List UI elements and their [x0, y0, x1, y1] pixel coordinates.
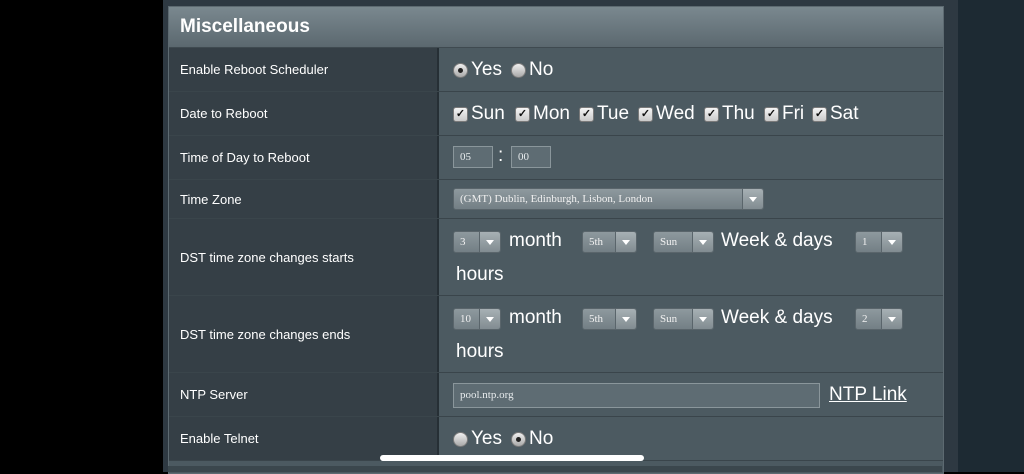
- chevron-down-icon: [479, 309, 500, 329]
- reboot-scheduler-yes-radio[interactable]: [453, 63, 468, 78]
- row-time-zone: Time Zone (GMT) Dublin, Edinburgh, Lisbo…: [169, 180, 943, 219]
- time-zone-selected: (GMT) Dublin, Edinburgh, Lisbon, London: [460, 193, 653, 205]
- section-header: Miscellaneous: [169, 7, 943, 48]
- telnet-no-radio[interactable]: [511, 432, 526, 447]
- telnet-label: Enable Telnet: [169, 417, 439, 460]
- chevron-down-icon: [615, 309, 636, 329]
- date-to-reboot-label: Date to Reboot: [169, 92, 439, 135]
- time-zone-value: (GMT) Dublin, Edinburgh, Lisbon, London: [441, 180, 943, 218]
- dst-end-month-select[interactable]: 10: [453, 308, 501, 330]
- dst-end-value: 10 month 5th Sun Week & days 2 hours: [441, 296, 943, 372]
- telnet-value: Yes No: [441, 417, 943, 460]
- dst-end-hour-select[interactable]: 2: [855, 308, 903, 330]
- row-ntp-server: NTP Server pool.ntp.org NTP Link: [169, 373, 943, 417]
- reboot-minute-input[interactable]: 00: [511, 146, 551, 168]
- dst-start-day-select[interactable]: Sun: [653, 231, 714, 253]
- date-to-reboot-value: ✓ Sun ✓ Mon ✓ Tue ✓ Wed ✓ Thu ✓ Fri ✓ Sa…: [441, 92, 943, 135]
- reboot-scheduler-label: Enable Reboot Scheduler: [169, 48, 439, 91]
- chevron-down-icon: [692, 309, 713, 329]
- day-tue-label: Tue: [597, 103, 630, 124]
- chevron-down-icon: [742, 189, 763, 209]
- day-wed-label: Wed: [656, 103, 695, 124]
- day-mon-checkbox[interactable]: ✓: [515, 107, 530, 122]
- dst-start-week-days-text: Week & days: [721, 230, 833, 251]
- miscellaneous-section: Miscellaneous Enable Reboot Scheduler Ye…: [168, 6, 944, 474]
- telnet-yes-radio[interactable]: [453, 432, 468, 447]
- dst-start-week-value: 5th: [589, 236, 604, 248]
- day-mon-label: Mon: [533, 103, 570, 124]
- dst-end-month-value: 10: [460, 313, 471, 325]
- dst-end-week-value: 5th: [589, 313, 604, 325]
- day-tue-checkbox[interactable]: ✓: [579, 107, 594, 122]
- telnet-no-label: No: [529, 428, 554, 449]
- telnet-yes-label: Yes: [471, 428, 502, 449]
- row-time-of-day: Time of Day to Reboot 05 : 00: [169, 136, 943, 180]
- section-bottom-divider: [168, 466, 942, 472]
- dst-start-week-select[interactable]: 5th: [582, 231, 637, 253]
- dst-start-value: 3 month 5th Sun Week & days 1 hours: [441, 219, 943, 295]
- chevron-down-icon: [692, 232, 713, 252]
- dst-start-hour-value: 1: [862, 236, 868, 248]
- day-sun-label: Sun: [471, 103, 505, 124]
- row-reboot-scheduler: Enable Reboot Scheduler Yes No: [169, 48, 943, 92]
- dst-end-week-days-text: Week & days: [721, 307, 833, 328]
- row-date-to-reboot: Date to Reboot ✓ Sun ✓ Mon ✓ Tue ✓ Wed ✓…: [169, 92, 943, 136]
- dst-start-month-text: month: [509, 230, 562, 251]
- dst-start-day-value: Sun: [660, 236, 678, 248]
- dst-end-hours-text: hours: [456, 341, 504, 362]
- dst-end-month-text: month: [509, 307, 562, 328]
- dst-start-hour-select[interactable]: 1: [855, 231, 903, 253]
- day-thu-checkbox[interactable]: ✓: [704, 107, 719, 122]
- ntp-server-value: pool.ntp.org NTP Link: [441, 373, 943, 416]
- settings-panel: Miscellaneous Enable Reboot Scheduler Ye…: [163, 0, 958, 474]
- day-sat-checkbox[interactable]: ✓: [812, 107, 827, 122]
- time-of-day-value: 05 : 00: [441, 136, 943, 179]
- time-of-day-label: Time of Day to Reboot: [169, 136, 439, 179]
- day-sat-label: Sat: [830, 103, 859, 124]
- dst-start-month-value: 3: [460, 236, 466, 248]
- reboot-scheduler-value: Yes No: [441, 48, 943, 91]
- reboot-scheduler-no-radio[interactable]: [511, 63, 526, 78]
- dst-start-label: DST time zone changes starts: [169, 219, 439, 295]
- day-wed-checkbox[interactable]: ✓: [638, 107, 653, 122]
- day-sun-checkbox[interactable]: ✓: [453, 107, 468, 122]
- day-fri-checkbox[interactable]: ✓: [764, 107, 779, 122]
- dst-end-day-value: Sun: [660, 313, 678, 325]
- time-zone-label: Time Zone: [169, 180, 439, 218]
- time-separator: :: [498, 145, 504, 166]
- dst-start-hours-text: hours: [456, 264, 504, 285]
- ntp-link[interactable]: NTP Link: [829, 384, 907, 406]
- chevron-down-icon: [615, 232, 636, 252]
- dst-end-hour-value: 2: [862, 313, 868, 325]
- left-margin: [0, 0, 163, 472]
- time-zone-select[interactable]: (GMT) Dublin, Edinburgh, Lisbon, London: [453, 188, 764, 210]
- chevron-down-icon: [479, 232, 500, 252]
- section-title: Miscellaneous: [180, 16, 310, 37]
- reboot-scheduler-no-label: No: [529, 59, 554, 80]
- dst-start-month-select[interactable]: 3: [453, 231, 501, 253]
- chevron-down-icon: [881, 309, 902, 329]
- day-thu-label: Thu: [722, 103, 755, 124]
- right-margin: [958, 0, 1024, 472]
- reboot-scheduler-yes-label: Yes: [471, 59, 502, 80]
- ntp-server-label: NTP Server: [169, 373, 439, 416]
- reboot-hour-input[interactable]: 05: [453, 146, 493, 168]
- dst-end-label: DST time zone changes ends: [169, 296, 439, 372]
- day-fri-label: Fri: [782, 103, 805, 124]
- row-dst-end: DST time zone changes ends 10 month 5th …: [169, 296, 943, 373]
- row-dst-start: DST time zone changes starts 3 month 5th…: [169, 219, 943, 296]
- dst-end-week-select[interactable]: 5th: [582, 308, 637, 330]
- home-indicator[interactable]: [380, 455, 644, 461]
- chevron-down-icon: [881, 232, 902, 252]
- ntp-server-input[interactable]: pool.ntp.org: [453, 383, 820, 408]
- dst-end-day-select[interactable]: Sun: [653, 308, 714, 330]
